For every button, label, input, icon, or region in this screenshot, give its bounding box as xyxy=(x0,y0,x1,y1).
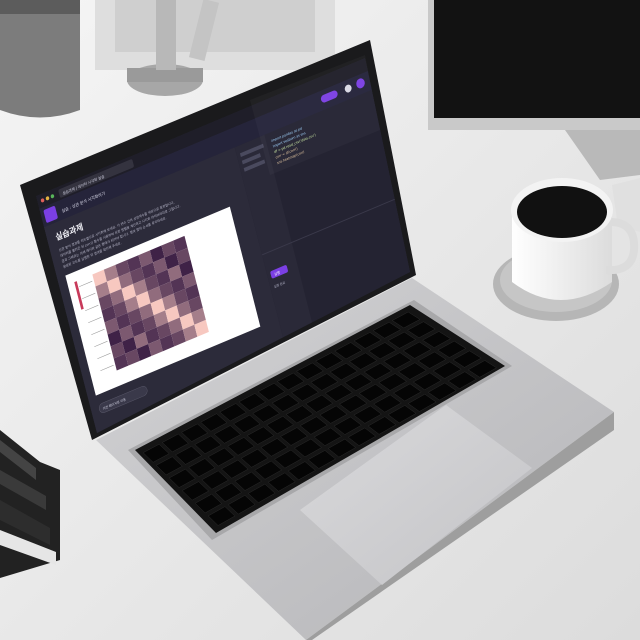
vase-rim xyxy=(0,0,80,14)
vase xyxy=(0,10,80,118)
scene-svg: 실습과제 | 데이터 시각화 실습 실습 : 상관 분석 시각화하기 실습과제 … xyxy=(0,0,640,640)
desk-scene: 실습과제 | 데이터 시각화 실습 실습 : 상관 분석 시각화하기 실습과제 … xyxy=(0,0,640,640)
